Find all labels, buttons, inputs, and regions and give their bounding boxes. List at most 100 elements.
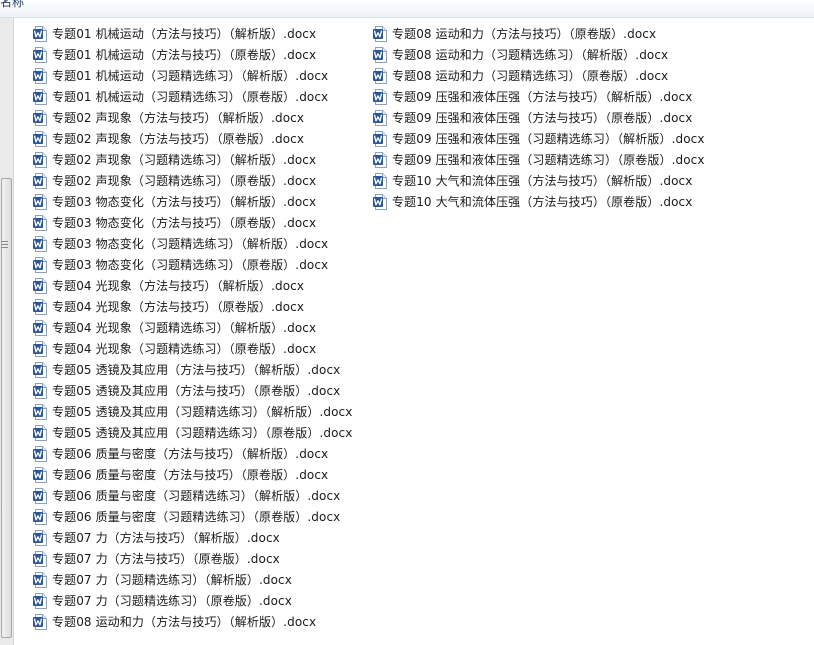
file-name: 专题06 质量与密度（方法与技巧）（解析版）.docx: [52, 446, 329, 461]
word-docx-icon: [33, 613, 47, 630]
file-item[interactable]: 专题07 力（方法与技巧）（解析版）.docx: [33, 527, 352, 548]
word-docx-icon: [33, 25, 47, 42]
file-item[interactable]: 专题07 力（习题精选练习）（解析版）.docx: [33, 569, 352, 590]
file-item[interactable]: 专题01 机械运动（方法与技巧）（原卷版）.docx: [33, 44, 352, 65]
file-name: 专题03 物态变化（方法与技巧）（解析版）.docx: [52, 194, 317, 209]
file-item[interactable]: 专题09 压强和液体压强（方法与技巧）（解析版）.docx: [373, 86, 705, 107]
word-docx-icon: [33, 466, 47, 483]
word-docx-icon: [33, 46, 47, 63]
file-item[interactable]: 专题08 运动和力（方法与技巧）（解析版）.docx: [33, 611, 352, 632]
word-docx-icon: [33, 319, 47, 336]
column-header-name[interactable]: 名称: [0, 0, 24, 10]
file-item[interactable]: 专题01 机械运动（方法与技巧）（解析版）.docx: [33, 23, 352, 44]
word-docx-icon: [373, 130, 387, 147]
file-item[interactable]: 专题07 力（方法与技巧）（原卷版）.docx: [33, 548, 352, 569]
word-docx-icon: [33, 193, 47, 210]
word-docx-icon: [33, 298, 47, 315]
word-docx-icon: [33, 88, 47, 105]
file-item[interactable]: 专题08 运动和力（习题精选练习）（原卷版）.docx: [373, 65, 705, 86]
file-item[interactable]: 专题04 光现象（方法与技巧）（解析版）.docx: [33, 275, 352, 296]
file-item[interactable]: 专题06 质量与密度（习题精选练习）（解析版）.docx: [33, 485, 352, 506]
word-docx-icon: [33, 382, 47, 399]
file-name: 专题06 质量与密度（习题精选练习）（原卷版）.docx: [52, 509, 341, 524]
file-item[interactable]: 专题02 声现象（习题精选练习）（原卷版）.docx: [33, 170, 352, 191]
file-item[interactable]: 专题10 大气和流体压强（方法与技巧）（解析版）.docx: [373, 170, 705, 191]
file-name: 专题04 光现象（习题精选练习）（解析版）.docx: [52, 320, 317, 335]
file-name: 专题10 大气和流体压强（方法与技巧）（原卷版）.docx: [392, 194, 693, 209]
file-name: 专题02 声现象（习题精选练习）（原卷版）.docx: [52, 173, 317, 188]
file-name: 专题06 质量与密度（习题精选练习）（解析版）.docx: [52, 488, 341, 503]
file-item[interactable]: 专题10 大气和流体压强（方法与技巧）（原卷版）.docx: [373, 191, 705, 212]
file-item[interactable]: 专题02 声现象（习题精选练习）（解析版）.docx: [33, 149, 352, 170]
file-name: 专题04 光现象（方法与技巧）（解析版）.docx: [52, 278, 305, 293]
file-list-column-1: 专题01 机械运动（方法与技巧）（解析版）.docx 专题01 机械运动（方法与…: [33, 23, 352, 632]
word-docx-icon: [33, 361, 47, 378]
word-docx-icon: [33, 340, 47, 357]
word-docx-icon: [373, 151, 387, 168]
file-item[interactable]: 专题03 物态变化（习题精选练习）（原卷版）.docx: [33, 254, 352, 275]
file-list-column-2: 专题08 运动和力（方法与技巧）（原卷版）.docx 专题08 运动和力（习题精…: [373, 23, 705, 212]
file-name: 专题02 声现象（习题精选练习）（解析版）.docx: [52, 152, 317, 167]
word-docx-icon: [33, 571, 47, 588]
file-item[interactable]: 专题01 机械运动（习题精选练习）（原卷版）.docx: [33, 86, 352, 107]
file-item[interactable]: 专题05 透镜及其应用（习题精选练习）（解析版）.docx: [33, 401, 352, 422]
file-explorer-window: 名称 专题01 机械运动（方法与技巧）（解析版）.docx 专题01 机械运动（…: [0, 0, 814, 645]
file-item[interactable]: 专题06 质量与密度（方法与技巧）（解析版）.docx: [33, 443, 352, 464]
word-docx-icon: [33, 445, 47, 462]
word-docx-icon: [373, 88, 387, 105]
word-docx-icon: [33, 172, 47, 189]
file-item[interactable]: 专题06 质量与密度（习题精选练习）（原卷版）.docx: [33, 506, 352, 527]
file-item[interactable]: 专题04 光现象（方法与技巧）（原卷版）.docx: [33, 296, 352, 317]
file-item[interactable]: 专题05 透镜及其应用（方法与技巧）（解析版）.docx: [33, 359, 352, 380]
vertical-scrollbar[interactable]: [0, 18, 14, 645]
file-item[interactable]: 专题03 物态变化（习题精选练习）（解析版）.docx: [33, 233, 352, 254]
file-name: 专题04 光现象（方法与技巧）（原卷版）.docx: [52, 299, 305, 314]
file-name: 专题07 力（方法与技巧）（解析版）.docx: [52, 530, 280, 545]
file-name: 专题02 声现象（方法与技巧）（解析版）.docx: [52, 110, 305, 125]
file-name: 专题01 机械运动（习题精选练习）（原卷版）.docx: [52, 89, 329, 104]
file-item[interactable]: 专题02 声现象（方法与技巧）（解析版）.docx: [33, 107, 352, 128]
file-item[interactable]: 专题03 物态变化（方法与技巧）（解析版）.docx: [33, 191, 352, 212]
file-item[interactable]: 专题09 压强和液体压强（习题精选练习）（解析版）.docx: [373, 128, 705, 149]
scrollbar-grip-icon: [1, 241, 8, 248]
file-item[interactable]: 专题05 透镜及其应用（方法与技巧）（原卷版）.docx: [33, 380, 352, 401]
file-name: 专题05 透镜及其应用（习题精选练习）（解析版）.docx: [52, 404, 353, 419]
file-item[interactable]: 专题06 质量与密度（方法与技巧）（原卷版）.docx: [33, 464, 352, 485]
word-docx-icon: [33, 550, 47, 567]
file-name: 专题08 运动和力（习题精选练习）（解析版）.docx: [392, 47, 669, 62]
file-item[interactable]: 专题04 光现象（习题精选练习）（解析版）.docx: [33, 317, 352, 338]
file-item[interactable]: 专题05 透镜及其应用（习题精选练习）（原卷版）.docx: [33, 422, 352, 443]
file-name: 专题07 力（习题精选练习）（原卷版）.docx: [52, 593, 292, 608]
file-name: 专题03 物态变化（习题精选练习）（解析版）.docx: [52, 236, 329, 251]
word-docx-icon: [373, 25, 387, 42]
word-docx-icon: [373, 67, 387, 84]
file-item[interactable]: 专题07 力（习题精选练习）（原卷版）.docx: [33, 590, 352, 611]
word-docx-icon: [33, 424, 47, 441]
file-name: 专题05 透镜及其应用（方法与技巧）（原卷版）.docx: [52, 383, 341, 398]
word-docx-icon: [33, 592, 47, 609]
file-name: 专题04 光现象（习题精选练习）（原卷版）.docx: [52, 341, 317, 356]
file-item[interactable]: 专题02 声现象（方法与技巧）（原卷版）.docx: [33, 128, 352, 149]
file-name: 专题08 运动和力（习题精选练习）（原卷版）.docx: [392, 68, 669, 83]
file-name: 专题01 机械运动（习题精选练习）（解析版）.docx: [52, 68, 329, 83]
column-header-bar[interactable]: 名称: [0, 0, 814, 18]
word-docx-icon: [33, 130, 47, 147]
file-item[interactable]: 专题03 物态变化（方法与技巧）（原卷版）.docx: [33, 212, 352, 233]
file-name: 专题05 透镜及其应用（习题精选练习）（原卷版）.docx: [52, 425, 353, 440]
word-docx-icon: [33, 403, 47, 420]
word-docx-icon: [33, 214, 47, 231]
word-docx-icon: [33, 529, 47, 546]
file-name: 专题03 物态变化（方法与技巧）（原卷版）.docx: [52, 215, 317, 230]
file-item[interactable]: 专题08 运动和力（方法与技巧）（原卷版）.docx: [373, 23, 705, 44]
file-name: 专题09 压强和液体压强（方法与技巧）（原卷版）.docx: [392, 110, 693, 125]
file-name: 专题07 力（习题精选练习）（解析版）.docx: [52, 572, 292, 587]
file-name: 专题03 物态变化（习题精选练习）（原卷版）.docx: [52, 257, 329, 272]
file-name: 专题08 运动和力（方法与技巧）（原卷版）.docx: [392, 26, 657, 41]
file-item[interactable]: 专题09 压强和液体压强（习题精选练习）（原卷版）.docx: [373, 149, 705, 170]
file-item[interactable]: 专题01 机械运动（习题精选练习）（解析版）.docx: [33, 65, 352, 86]
file-item[interactable]: 专题09 压强和液体压强（方法与技巧）（原卷版）.docx: [373, 107, 705, 128]
file-name: 专题10 大气和流体压强（方法与技巧）（解析版）.docx: [392, 173, 693, 188]
file-item[interactable]: 专题04 光现象（习题精选练习）（原卷版）.docx: [33, 338, 352, 359]
file-name: 专题07 力（方法与技巧）（原卷版）.docx: [52, 551, 280, 566]
file-item[interactable]: 专题08 运动和力（习题精选练习）（解析版）.docx: [373, 44, 705, 65]
